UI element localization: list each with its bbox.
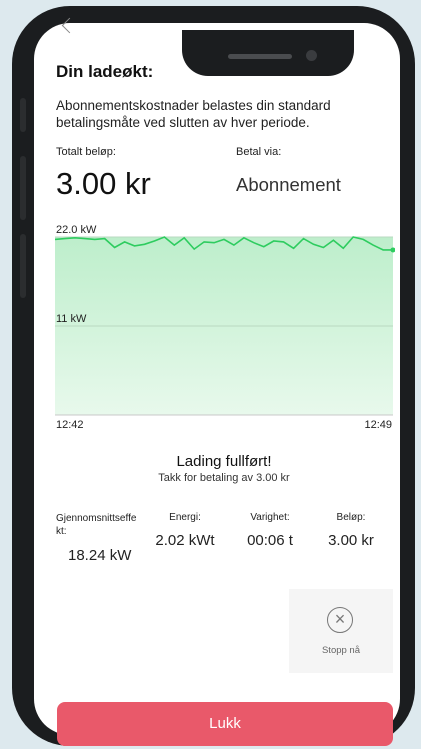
payment-thanks-text: Takk for betaling av 3.00 kr (158, 472, 290, 484)
amount-value: 3.00 kr (328, 532, 374, 549)
payment-method-value: Abonnement (236, 174, 341, 195)
charging-complete-title: Lading fullført! (176, 453, 272, 470)
speaker (228, 54, 292, 59)
mute-switch (20, 98, 26, 132)
pay-via-label: Betal via: (236, 146, 282, 158)
close-circle-icon: × (327, 607, 353, 633)
duration-value: 00:06 t (247, 532, 293, 549)
notch (182, 30, 354, 76)
duration-label: Varighet: (250, 512, 290, 523)
chart-x-start-label: 12:42 (56, 419, 84, 431)
volume-up-button (20, 156, 26, 220)
chart-ylabel-top: 22.0 kW (56, 224, 97, 236)
amount-label: Beløp: (336, 512, 366, 523)
subscription-description: Abonnementskostnader belastes din standa… (56, 98, 331, 130)
avg-power-value: 18.24 kW (68, 547, 132, 564)
power-chart: 22.0 kW 11 kW 12:42 12:49 (55, 224, 395, 431)
energy-label: Energi: (169, 512, 201, 523)
chart-x-end-label: 12:49 (364, 419, 392, 431)
stop-now-button[interactable]: × Stopp nå (289, 589, 393, 673)
page-title: Din ladeøkt: (56, 62, 154, 81)
energy-value: 2.02 kWt (155, 532, 215, 549)
chart-ylabel-mid: 11 kW (56, 313, 87, 325)
total-amount-value: 3.00 kr (56, 166, 151, 201)
avg-power-label: Gjennomsnittseffe kt: (56, 513, 137, 537)
close-button[interactable]: Lukk (57, 702, 393, 746)
stop-now-label: Stopp nå (321, 645, 361, 656)
volume-down-button (20, 234, 26, 298)
camera (306, 50, 317, 61)
total-amount-label: Totalt beløp: (56, 146, 116, 158)
